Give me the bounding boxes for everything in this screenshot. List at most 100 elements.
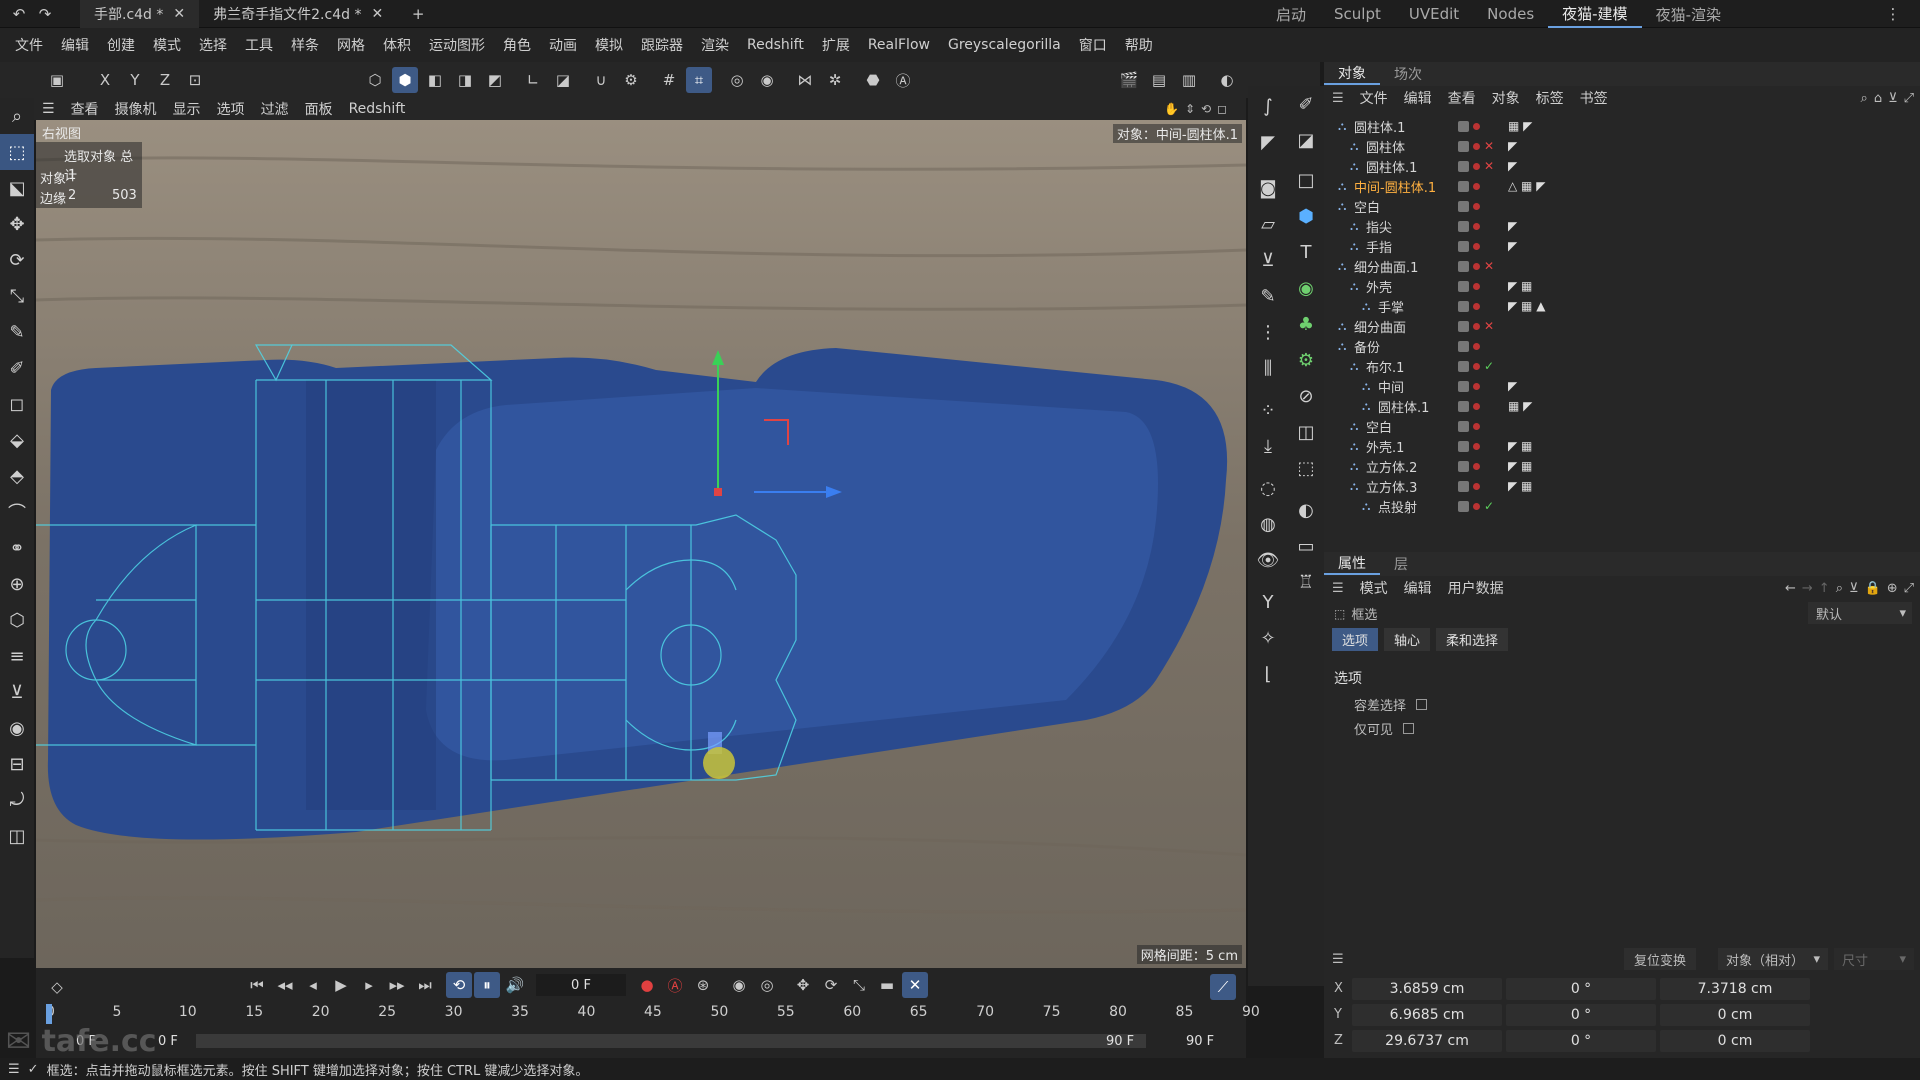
visibility-toggles[interactable] (1458, 140, 1480, 152)
end-frame[interactable]: 90 F (1186, 1034, 1214, 1049)
visibility-toggles[interactable] (1458, 360, 1480, 372)
disabled-x-icon[interactable]: ✕ (1484, 319, 1494, 333)
menu-item[interactable]: 跟踪器 (632, 28, 692, 62)
grid-snap-icon[interactable]: # (656, 67, 682, 93)
model-mode-icon[interactable]: ▣ (44, 67, 70, 93)
size-field[interactable]: 0 cm (1660, 1030, 1810, 1052)
object-tags[interactable]: ◤ ▦ ▲ (1508, 299, 1545, 313)
key-scale-icon[interactable]: ⤡ (846, 972, 872, 998)
attr-menu-item[interactable]: 模式 (1352, 578, 1396, 598)
status-menu-icon[interactable]: ☰ (8, 1062, 20, 1077)
om-expand-icon[interactable]: ⤢ (1904, 91, 1914, 106)
dolly-icon[interactable]: ⇕ (1185, 102, 1195, 116)
object-row[interactable]: ⛬ 立方体.3 ◤ ▦ (1324, 476, 1920, 496)
forward-arrow-icon[interactable]: → (1802, 581, 1813, 596)
attr-menu-item[interactable]: 编辑 (1396, 578, 1440, 598)
visibility-toggles[interactable] (1458, 380, 1480, 392)
add-tab-icon[interactable]: + (405, 1, 431, 27)
axis-z-button[interactable]: Z (152, 67, 178, 93)
render-settings-icon[interactable]: ◉ (754, 67, 780, 93)
dissolve-icon[interactable]: ⊻ (0, 674, 34, 710)
sky-icon[interactable]: ⊻ (1250, 242, 1286, 278)
visibility-toggles[interactable] (1458, 480, 1480, 492)
viewport-menu-icon[interactable]: ☰ (34, 101, 63, 117)
effector-icon[interactable]: ♣ (1288, 306, 1324, 342)
om-menu-icon[interactable]: ☰ (1324, 91, 1352, 106)
cloner-icon[interactable]: ◉ (1288, 270, 1324, 306)
tab-attributes[interactable]: 属性 (1324, 553, 1380, 575)
split-icon[interactable]: ◫ (0, 818, 34, 854)
coordinate-system-icon[interactable]: ⊡ (182, 67, 208, 93)
object-row[interactable]: ⛬ 备份 (1324, 336, 1920, 356)
enabled-check-icon[interactable]: ✓ (1484, 359, 1494, 373)
attr-filter-icon[interactable]: ⊻ (1849, 581, 1859, 596)
object-row[interactable]: ⛬ 点投射 ✓ (1324, 496, 1920, 516)
coordinate-mode-dropdown[interactable]: 对象（相对） ▾ (1718, 948, 1828, 970)
visibility-toggles[interactable] (1458, 300, 1480, 312)
option-checkbox[interactable] (1403, 722, 1415, 734)
symmetry-icon[interactable]: ⋈ (792, 67, 818, 93)
sound-icon[interactable]: 🔊 (502, 972, 528, 998)
attr-expand-icon[interactable]: ⤢ (1904, 581, 1914, 596)
tracer-icon[interactable]: ⬚ (1288, 450, 1324, 486)
menu-item[interactable]: 扩展 (813, 28, 859, 62)
om-menu-item[interactable]: 对象 (1484, 88, 1528, 108)
current-frame-field[interactable]: 0 F (536, 974, 626, 996)
spline-pen-icon[interactable]: ∫ (1250, 88, 1286, 124)
object-row[interactable]: ⛬ 圆柱体 ✕ ◤ (1324, 136, 1920, 156)
drop-icon[interactable]: ⤓ (1250, 428, 1286, 464)
menu-item[interactable]: 动画 (540, 28, 586, 62)
loop-icon[interactable]: ⟲ (446, 972, 472, 998)
render-picture-viewer-icon[interactable]: ▤ (1146, 67, 1172, 93)
pen-brush-icon[interactable]: ✐ (1288, 86, 1324, 122)
visibility-toggles[interactable] (1458, 280, 1480, 292)
object-row[interactable]: ⛬ 空白 (1324, 196, 1920, 216)
up-arrow-icon[interactable]: ↑ (1819, 581, 1830, 596)
redo-icon[interactable]: ↷ (32, 1, 58, 27)
object-tags[interactable]: ◤ (1508, 379, 1517, 393)
enabled-check-icon[interactable]: ✓ (1484, 499, 1494, 513)
object-row[interactable]: ⛬ 细分曲面 ✕ (1324, 316, 1920, 336)
object-row[interactable]: ⛬ 中间-圆柱体.1 △ ▦ ◤ (1324, 176, 1920, 196)
slide-icon[interactable]: ≡ (0, 638, 34, 674)
render-cam-icon[interactable]: ▭ (1288, 528, 1324, 564)
play-icon[interactable]: ▶ (328, 972, 354, 998)
motion-clip-icon[interactable]: ◉ (726, 972, 752, 998)
object-tags[interactable]: ◤ ▦ (1508, 279, 1532, 293)
position-field[interactable]: 29.6737 cm (1352, 1030, 1502, 1052)
layout-tab[interactable]: 启动 (1262, 0, 1320, 28)
visibility-toggles[interactable] (1458, 320, 1480, 332)
move-tool-icon[interactable]: ✥ (0, 206, 34, 242)
object-tags[interactable]: △ ▦ ◤ (1508, 179, 1545, 193)
maximize-view-icon[interactable]: ◻ (1217, 102, 1227, 116)
square-icon[interactable]: □ (1288, 162, 1324, 198)
menu-item[interactable]: 窗口 (1070, 28, 1116, 62)
scale-tool-icon[interactable]: ⤡ (0, 278, 34, 314)
menu-item[interactable]: 渲染 (692, 28, 738, 62)
key-param-icon[interactable]: ▬ (874, 972, 900, 998)
object-row[interactable]: ⛬ 布尔.1 ✓ (1324, 356, 1920, 376)
menu-item[interactable]: 角色 (494, 28, 540, 62)
viewport-menu-item[interactable]: Redshift (341, 101, 414, 117)
next-key-icon[interactable]: ▸▸ (384, 972, 410, 998)
live-select-icon[interactable]: ⬕ (0, 170, 34, 206)
points-mode-icon[interactable]: ⬡ (362, 67, 388, 93)
autokey-icon[interactable]: Ⓐ (662, 972, 688, 998)
brush-icon[interactable]: ✐ (0, 350, 34, 386)
pan-icon[interactable]: ✋ (1164, 102, 1179, 116)
record-icon[interactable]: ● (634, 972, 660, 998)
magnet-icon[interactable]: ∪ (588, 67, 614, 93)
fork-icon[interactable]: Y (1250, 584, 1286, 620)
om-menu-item[interactable]: 标签 (1528, 88, 1572, 108)
extrude-icon[interactable]: ⬙ (0, 422, 34, 458)
polygon-pen-icon[interactable]: ⬡ (0, 602, 34, 638)
weld-icon[interactable]: ⚭ (0, 530, 34, 566)
prev-frame-icon[interactable]: ◂ (300, 972, 326, 998)
new-panel-icon[interactable]: ⊕ (1887, 581, 1898, 596)
range-slider[interactable] (196, 1034, 1146, 1048)
document-tab[interactable]: 手部.c4d * ✕ (80, 0, 200, 28)
gear-green-icon[interactable]: ⚙ (1288, 342, 1324, 378)
position-field[interactable]: 6.9685 cm (1352, 1004, 1502, 1026)
menu-item[interactable]: 文件 (6, 28, 52, 62)
snap-icon[interactable]: ⌗ (686, 67, 712, 93)
